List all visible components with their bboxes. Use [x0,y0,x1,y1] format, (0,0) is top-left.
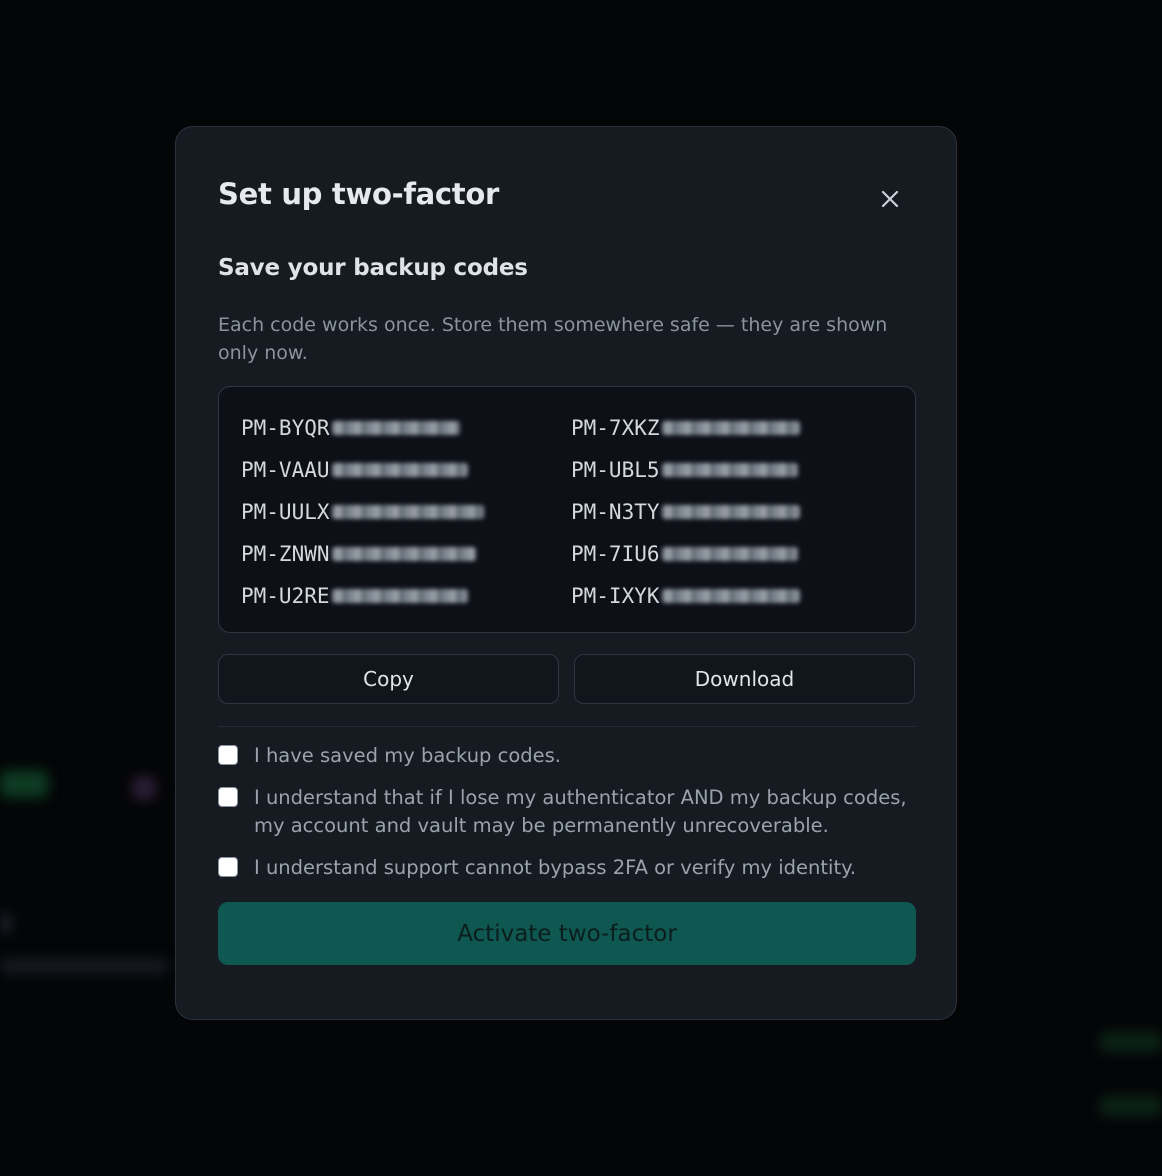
backup-code: PM-U2RE [241,575,571,617]
redacted-code-part [331,463,468,477]
backup-codes-description: Each code works once. Store them somewhe… [218,314,888,364]
backup-code-text: PM-IXYK [571,584,660,608]
unrecoverable-checkbox[interactable] [218,787,238,807]
backup-codes-list: PM-BYQR PM-7XKZ PM-VAAU PM-UBL5 PM-UULX … [218,386,916,633]
checkbox-row-saved-codes: I have saved my backup codes. [218,742,916,770]
redacted-code-part [331,421,460,435]
backup-code-text: PM-BYQR [241,416,330,440]
background-blur-element [0,912,12,934]
support-checkbox[interactable] [218,857,238,877]
divider [218,726,916,727]
backup-code-text: PM-UBL5 [571,458,660,482]
background-blur-element [1100,1096,1162,1116]
backup-code-text: PM-7XKZ [571,416,660,440]
backup-code: PM-7IU6 [571,533,901,575]
redacted-code-part [331,505,484,519]
background-blur-element [132,776,156,800]
checkbox-label: I understand support cannot bypass 2FA o… [254,856,857,879]
redacted-code-part [661,421,800,435]
backup-code: PM-7XKZ [571,407,901,449]
redacted-code-part [661,505,800,519]
backup-code: PM-BYQR [241,407,571,449]
redacted-code-part [661,547,798,561]
close-button[interactable] [876,185,904,213]
copy-button[interactable]: Copy [218,654,559,704]
checkbox-row-unrecoverable: I understand that if I lose my authentic… [218,784,916,840]
background-blur-element [1100,1032,1162,1052]
backup-code-text: PM-ZNWN [241,542,330,566]
backup-code: PM-ZNWN [241,533,571,575]
backup-code-text: PM-UULX [241,500,330,524]
close-icon [881,190,899,208]
backup-code: PM-UULX [241,491,571,533]
redacted-code-part [331,547,476,561]
backup-code: PM-N3TY [571,491,901,533]
checkbox-row-support: I understand support cannot bypass 2FA o… [218,854,916,882]
saved-codes-checkbox[interactable] [218,745,238,765]
download-button[interactable]: Download [574,654,915,704]
backup-code-text: PM-7IU6 [571,542,660,566]
backup-code: PM-UBL5 [571,449,901,491]
redacted-code-part [661,463,798,477]
redacted-code-part [331,589,468,603]
backup-code: PM-IXYK [571,575,901,617]
background-blur-element [0,770,48,798]
two-factor-dialog: Set up two-factor Save your backup codes… [175,126,957,1020]
checkbox-label: I have saved my backup codes. [254,744,562,767]
backup-code-text: PM-N3TY [571,500,660,524]
section-title: Save your backup codes [218,255,528,281]
redacted-code-part [661,589,800,603]
backup-code-text: PM-U2RE [241,584,330,608]
backup-code-text: PM-VAAU [241,458,330,482]
activate-two-factor-button[interactable]: Activate two-factor [218,902,916,965]
checkbox-label: I understand that if I lose my authentic… [254,786,907,837]
background-blur-element [0,958,168,974]
dialog-title: Set up two-factor [218,177,499,211]
backup-code: PM-VAAU [241,449,571,491]
